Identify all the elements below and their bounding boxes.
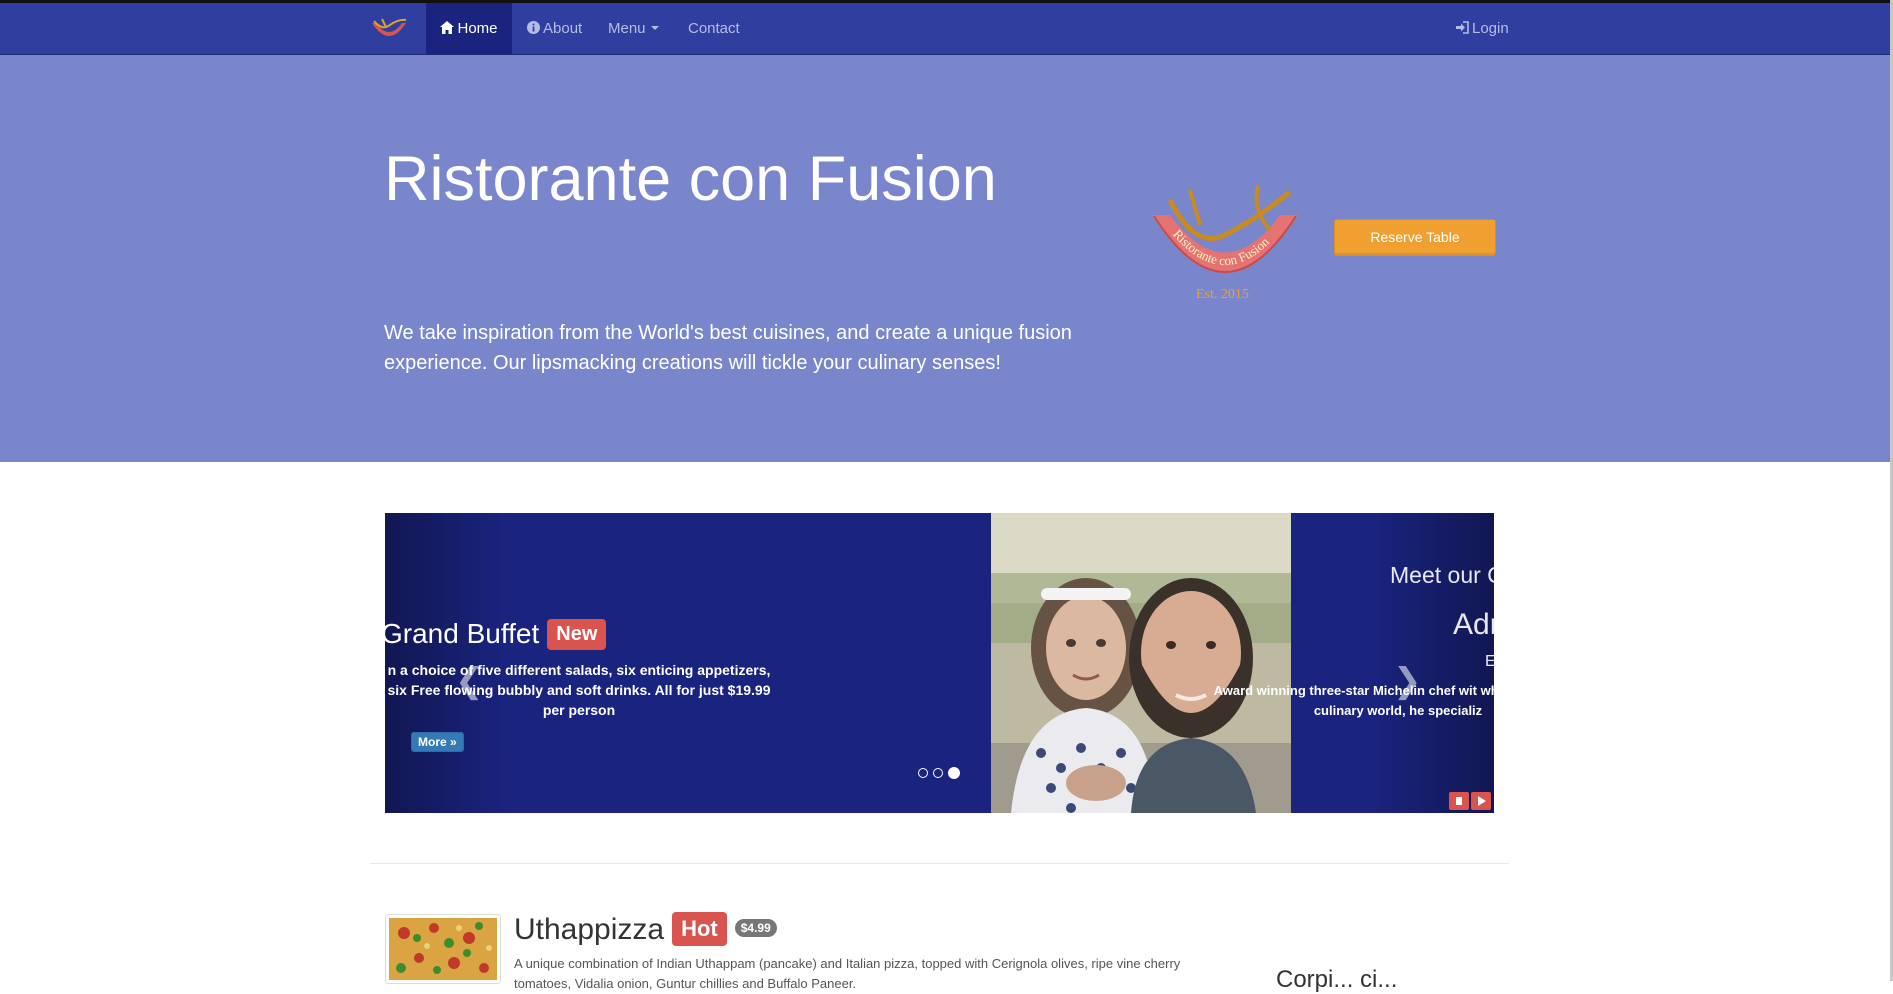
restaurant-logo: Ristorante con Fusion Est. 2015 xyxy=(1152,185,1298,302)
jumbotron-text: We take inspiration from the World's bes… xyxy=(384,322,1072,374)
new-badge: New xyxy=(547,619,607,650)
chef-photo xyxy=(991,513,1291,813)
page-title: Ristorante con Fusion xyxy=(384,144,997,214)
nav-about-label: About xyxy=(543,20,583,37)
slide-title-text: Grand Buffet xyxy=(385,618,540,649)
slide-caption-text: n a choice of five different salads, six… xyxy=(387,662,771,718)
nav-contact-label: Contact xyxy=(688,20,740,37)
caret-down-icon xyxy=(650,26,659,30)
home-icon xyxy=(440,21,455,34)
chef-caption-title: Meet our C xyxy=(1390,562,1494,588)
carousel-right-shade xyxy=(1374,513,1494,813)
carousel: Grand Buffet New n a choice of five diffe… xyxy=(385,513,1494,813)
nav-about[interactable]: About xyxy=(527,3,582,54)
chef-caption-subtitle: E xyxy=(1485,653,1494,670)
pizza-thumbnail xyxy=(389,918,497,980)
logo-text: Ristorante con Fusion xyxy=(1170,226,1272,268)
section-divider xyxy=(370,863,1509,864)
dish-heading: Uthappizza Hot $4.99 xyxy=(514,912,777,947)
play-icon xyxy=(1478,796,1486,806)
pause-button[interactable] xyxy=(1449,792,1469,810)
nav-login-label: Login xyxy=(1472,20,1509,37)
carousel-indicator-3[interactable] xyxy=(948,767,960,779)
nav-menu-label: Menu xyxy=(608,20,646,37)
carousel-indicators xyxy=(918,765,965,779)
chevron-left-icon[interactable]: ❮ xyxy=(455,661,484,701)
reserve-table-button[interactable]: Reserve Table xyxy=(1334,219,1496,256)
chef-caption-text: Award winning three-star Michelin chef w… xyxy=(1213,683,1494,718)
price-badge: $4.99 xyxy=(734,919,777,937)
nav-login[interactable]: Login xyxy=(1456,3,1509,54)
brand-logo[interactable] xyxy=(368,15,410,45)
info-icon xyxy=(527,21,540,34)
logo-est-text: Est. 2015 xyxy=(1196,287,1249,302)
slide-caption-title: Grand Buffet New xyxy=(385,618,607,650)
hot-badge: Hot xyxy=(672,912,727,946)
nav-menu-dropdown[interactable]: Menu xyxy=(608,3,659,54)
login-icon xyxy=(1456,21,1469,34)
nav-home-label: Home xyxy=(457,20,498,37)
play-button[interactable] xyxy=(1471,792,1491,810)
chef-caption-name: Adr xyxy=(1453,608,1494,641)
svg-text:Ristorante con Fusion: Ristorante con Fusion xyxy=(1170,226,1272,268)
dish-description: A unique combination of Indian Uthappam … xyxy=(514,956,1181,991)
nav-home[interactable]: Home xyxy=(426,3,512,54)
pause-icon xyxy=(1456,797,1462,805)
side-heading: Corpi... ci... xyxy=(1276,966,1398,993)
chevron-right-icon[interactable]: ❯ xyxy=(1393,661,1422,701)
carousel-indicator-1[interactable] xyxy=(918,768,928,778)
jumbotron: Ristorante con Fusion We take inspiratio… xyxy=(0,55,1890,462)
nav-contact[interactable]: Contact xyxy=(688,3,740,54)
more-button[interactable]: More » xyxy=(411,732,464,752)
carousel-indicator-2[interactable] xyxy=(933,768,943,778)
navbar: Home About Menu Contact Login xyxy=(0,3,1890,55)
dish-name: Uthappizza xyxy=(514,913,665,946)
dish-image xyxy=(385,914,501,984)
